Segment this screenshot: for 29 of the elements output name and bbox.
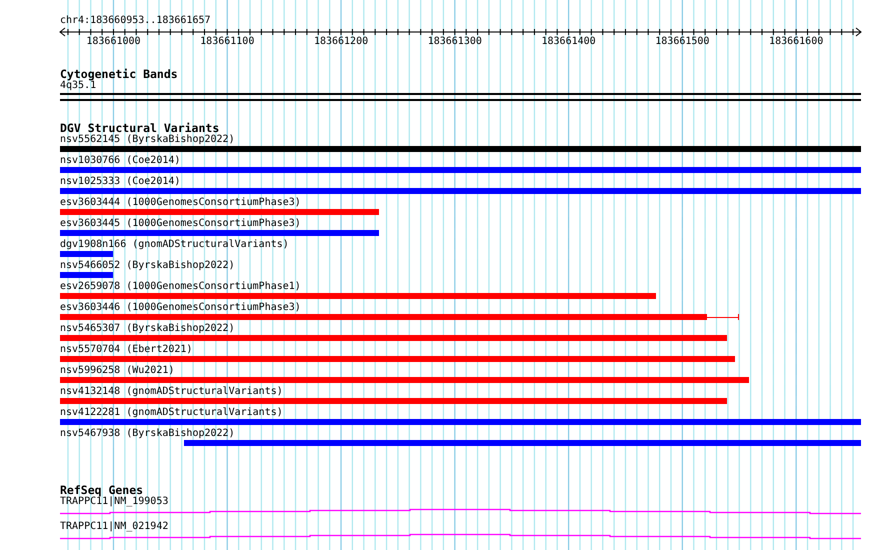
variant-label: nsv5465307 (ByrskaBishop2022) (60, 323, 235, 335)
variant-label: esv3603445 (1000GenomesConsortiumPhase3) (60, 218, 301, 230)
variant-label: esv3603444 (1000GenomesConsortiumPhase3) (60, 197, 301, 209)
variant-label: esv2659078 (1000GenomesConsortiumPhase1) (60, 281, 301, 293)
track-title: RefSeq Genes (60, 484, 144, 496)
gene-label: TRAPPC11|NM_199053 (60, 496, 168, 508)
variant-label: nsv4132148 (gnomADStructuralVariants) (60, 386, 283, 398)
tick-label: 183661500 (655, 36, 710, 47)
band-label: 4q35.1 (60, 80, 96, 92)
variant-label: nsv5467938 (ByrskaBishop2022) (60, 428, 235, 440)
variant-label: nsv4122281 (gnomADStructuralVariants) (60, 407, 283, 419)
track-title: Cytogenetic Bands (60, 68, 178, 80)
variant-label: dgv1908n166 (gnomADStructuralVariants) (60, 239, 289, 251)
tick-label: 183661100 (200, 36, 254, 47)
location-text: chr4:183660953..183661657 (60, 15, 211, 27)
tick-label: 183661000 (86, 36, 141, 47)
variant-label: nsv5466052 (ByrskaBishop2022) (60, 260, 235, 272)
track-title: DGV Structural Variants (60, 122, 220, 134)
tick-label: 183661400 (542, 36, 596, 47)
tick-label: 183661200 (314, 36, 368, 47)
variant-label: esv3603446 (1000GenomesConsortiumPhase3) (60, 302, 301, 314)
tick-label: 183661600 (769, 36, 824, 47)
gene-label: TRAPPC11|NM_021942 (60, 521, 168, 533)
variant-label: nsv1030766 (Coe2014) (60, 155, 180, 167)
variant-label: nsv1025333 (Coe2014) (60, 176, 180, 188)
tick-label: 183661300 (428, 36, 482, 47)
variant-label: nsv5562145 (ByrskaBishop2022) (60, 134, 235, 146)
variant-label: nsv5570704 (Ebert2021) (60, 344, 192, 356)
variant-label: nsv5996258 (Wu2021) (60, 365, 174, 377)
